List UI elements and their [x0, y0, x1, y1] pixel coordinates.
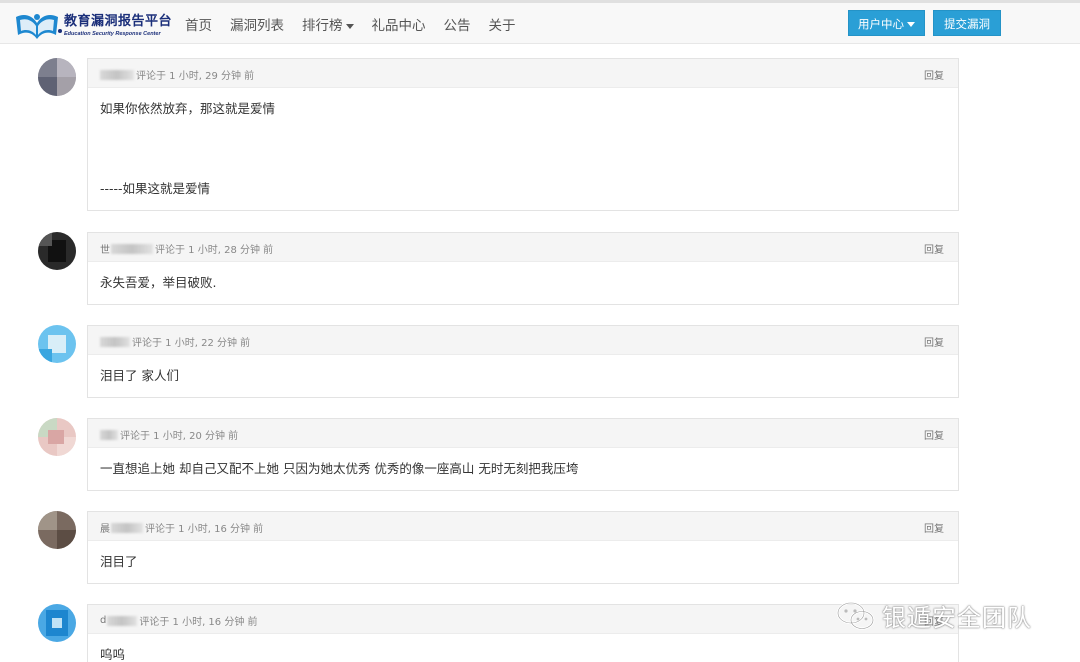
username-initial: 晨: [100, 524, 110, 535]
nav-vuln-list[interactable]: 漏洞列表: [230, 14, 284, 34]
wechat-icon: [836, 601, 875, 630]
comment-text-line: 永失吾爱，举目破败.: [100, 275, 217, 290]
avatar[interactable]: [38, 58, 76, 96]
comment-text-line: 如果你依然放弃，那这就是爱情: [100, 101, 276, 116]
nav-about[interactable]: 关于: [489, 14, 516, 34]
comment-body: 泪目了 家人们: [88, 355, 958, 397]
comment-body: 如果你依然放弃，那这就是爱情 -----如果这就是爱情: [88, 88, 958, 210]
user-center-label: 用户中心: [858, 17, 904, 31]
comment-body: 永失吾爱，举目破败.: [88, 262, 958, 304]
comment-time: 评论于 1 小时, 22 分钟 前: [132, 338, 251, 349]
comment-panel: 评论于 1 小时, 29 分钟 前 回复 如果你依然放弃，那这就是爱情 ----…: [87, 58, 959, 211]
username-initial: d: [100, 615, 107, 626]
user-center-button[interactable]: 用户中心: [848, 10, 925, 36]
nav-gift-center[interactable]: 礼品中心: [372, 14, 426, 34]
comment-body: 一直想追上她 却自己又配不上她 只因为她太优秀 优秀的像一座高山 无时无刻把我压…: [88, 448, 958, 490]
top-navbar: 教育漏洞报告平台 Education Security Response Cen…: [0, 0, 1080, 44]
username-blurred: [107, 615, 138, 626]
comment-header: 世 评论于 1 小时, 28 分钟 前 回复: [88, 233, 958, 262]
comment-panel: 评论于 1 小时, 22 分钟 前 回复 泪目了 家人们: [87, 325, 959, 398]
reply-link[interactable]: 回复: [924, 520, 944, 535]
avatar[interactable]: [38, 604, 76, 642]
username-blurred: [100, 336, 130, 347]
comment-panel: 晨 评论于 1 小时, 16 分钟 前 回复 泪目了: [87, 511, 959, 584]
watermark-text: 银遁安全团队: [882, 604, 1032, 632]
comment-time: 评论于 1 小时, 28 分钟 前: [155, 245, 274, 256]
nav-notice[interactable]: 公告: [444, 14, 471, 34]
comment-text-line: 一直想追上她 却自己又配不上她 只因为她太优秀 优秀的像一座高山 无时无刻把我压…: [100, 461, 579, 476]
comment-header: 晨 评论于 1 小时, 16 分钟 前 回复: [88, 512, 958, 541]
comment-text-line: -----如果这就是爱情: [100, 181, 211, 196]
main-nav: 首页 漏洞列表 排行榜 礼品中心 公告 关于: [176, 14, 525, 34]
book-logo-icon: [16, 14, 62, 39]
avatar[interactable]: [38, 418, 76, 456]
reply-link[interactable]: 回复: [924, 241, 944, 256]
caret-down-icon: [907, 22, 915, 27]
reply-link[interactable]: 回复: [924, 427, 944, 442]
comment-panel: 世 评论于 1 小时, 28 分钟 前 回复 永失吾爱，举目破败.: [87, 232, 959, 305]
nav-home[interactable]: 首页: [185, 14, 212, 34]
comment-header: d 评论于 1 小时, 16 分钟 前 回复: [88, 605, 958, 634]
comment-time: 评论于 1 小时, 16 分钟 前: [139, 617, 258, 628]
comment-header: 评论于 1 小时, 22 分钟 前 回复: [88, 326, 958, 355]
username-blurred: [100, 429, 118, 440]
nav-ranking-label: 排行榜: [302, 18, 343, 34]
brand[interactable]: 教育漏洞报告平台 Education Security Response Cen…: [12, 8, 172, 44]
submit-vuln-button[interactable]: 提交漏洞: [933, 10, 1001, 36]
comment-header: 评论于 1 小时, 29 分钟 前 回复: [88, 59, 958, 88]
username-blurred: [111, 522, 143, 533]
avatar[interactable]: [38, 232, 76, 270]
username-initial: 世: [100, 245, 110, 256]
comment-panel: d 评论于 1 小时, 16 分钟 前 回复 呜呜: [87, 604, 959, 662]
comment-body: 泪目了: [88, 541, 958, 583]
brand-title: 教育漏洞报告平台: [64, 14, 173, 29]
comment-text-line: 泪目了 家人们: [100, 368, 179, 383]
comment-time: 评论于 1 小时, 16 分钟 前: [145, 524, 264, 535]
reply-link[interactable]: 回复: [924, 67, 944, 82]
watermark: 银遁安全团队: [836, 598, 1032, 633]
avatar[interactable]: [38, 325, 76, 363]
brand-subtitle: Education Security Response Center: [64, 31, 161, 37]
comment-panel: 评论于 1 小时, 20 分钟 前 回复 一直想追上她 却自己又配不上她 只因为…: [87, 418, 959, 491]
reply-link[interactable]: 回复: [924, 334, 944, 349]
username-blurred: [100, 69, 134, 80]
comment-time: 评论于 1 小时, 29 分钟 前: [136, 71, 255, 82]
username-blurred: [111, 243, 153, 254]
avatar[interactable]: [38, 511, 76, 549]
comment-text-line: 泪目了: [100, 554, 138, 569]
comment-time: 评论于 1 小时, 20 分钟 前: [120, 431, 239, 442]
nav-ranking[interactable]: 排行榜: [302, 14, 354, 34]
comment-header: 评论于 1 小时, 20 分钟 前 回复: [88, 419, 958, 448]
comment-body: 呜呜: [88, 634, 958, 662]
comment-text-line: 呜呜: [100, 647, 126, 662]
caret-down-icon: [345, 23, 354, 29]
